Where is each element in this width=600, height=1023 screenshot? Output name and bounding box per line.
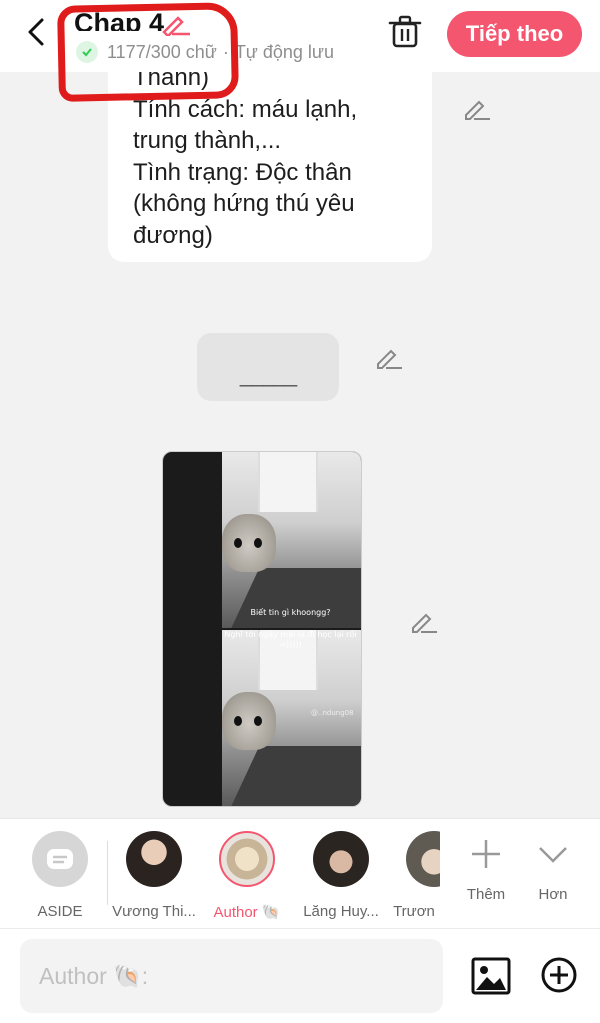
avatar [313, 831, 369, 887]
autosave-label: Tự động lưu [234, 41, 334, 62]
divider-message-card[interactable]: _____ [197, 333, 339, 401]
character-label: Author 🐚 [213, 904, 281, 921]
text-line: Tính cách: máu lạnh, [133, 95, 358, 123]
text-line: Tình trạng: Độc thân [133, 158, 352, 186]
avatar [406, 831, 440, 887]
edit-text-pencil-icon[interactable] [463, 95, 491, 121]
next-button[interactable]: Tiếp theo [447, 11, 582, 57]
image-icon[interactable] [471, 957, 511, 995]
save-status: 1177/300 chữ · Tự động lưu [76, 41, 334, 63]
cat-image [222, 692, 276, 750]
input-placeholder: Author 🐚: [39, 962, 149, 989]
top-bar: Chap 4 1177/300 chữ · Tự động lưu Tiếp t… [0, 0, 600, 72]
chevron-down-icon [539, 847, 567, 863]
message-input[interactable]: Author 🐚: [20, 939, 443, 1013]
cat-photo-bottom [222, 630, 361, 806]
character-label: Vương Thi... [112, 903, 196, 920]
divider-line: _____ [239, 362, 297, 387]
text-line: đương) [133, 221, 213, 249]
character-vuong-thi[interactable]: Vương Thi... [108, 831, 200, 920]
image-message-card[interactable]: Biết tin gì khoongg? Nghĩ tới ngày mai l… [162, 451, 362, 807]
text-line: trung thành,... [133, 127, 282, 154]
trash-icon[interactable] [388, 14, 422, 50]
add-label: Thêm [466, 886, 506, 903]
character-selector: ASIDE Vương Thi... Author 🐚 Lăng Huy... … [0, 818, 600, 928]
word-count: 1177/300 chữ [107, 41, 217, 62]
edit-title-pencil-icon[interactable] [160, 12, 192, 36]
aside-bubble-icon [32, 831, 88, 887]
character-label: Trươn [393, 903, 435, 920]
plus-icon [472, 840, 500, 868]
avatar [126, 831, 182, 887]
separator-dot: · [222, 41, 229, 62]
more-button[interactable]: Hơn [523, 837, 583, 903]
chapter-title[interactable]: Chap 4 [74, 8, 164, 31]
tiktok-watermark: @..ndung08 [311, 709, 354, 717]
edit-image-pencil-icon[interactable] [410, 608, 438, 634]
check-circle-icon [76, 41, 98, 63]
edit-divider-pencil-icon[interactable] [375, 344, 403, 370]
image-caption: Nghĩ tới ngày mai là đi học lại rồi =)))… [224, 630, 357, 649]
character-label: ASIDE [37, 903, 83, 920]
character-label: Lăng Huy... [303, 903, 379, 920]
add-circle-icon[interactable] [540, 956, 578, 994]
text-line: (không hứng thú yêu [133, 190, 355, 217]
image-caption: Biết tin gì khoongg? [250, 608, 331, 617]
more-label: Hơn [538, 886, 568, 903]
cat-image [222, 514, 276, 572]
cat-photo-top [222, 452, 361, 628]
character-author[interactable]: Author 🐚 [201, 831, 293, 921]
character-truon[interactable]: Trươn [388, 831, 440, 920]
text-message-card[interactable]: Thành) Tính cách: máu lạnh, trung thành,… [108, 40, 432, 262]
composer-bar: Author 🐚: [0, 928, 600, 1023]
character-aside[interactable]: ASIDE [14, 831, 106, 920]
back-arrow-icon[interactable] [22, 14, 52, 50]
avatar [219, 831, 275, 887]
add-character-button[interactable]: Thêm [456, 837, 516, 903]
character-lang-huy[interactable]: Lăng Huy... [295, 831, 387, 920]
